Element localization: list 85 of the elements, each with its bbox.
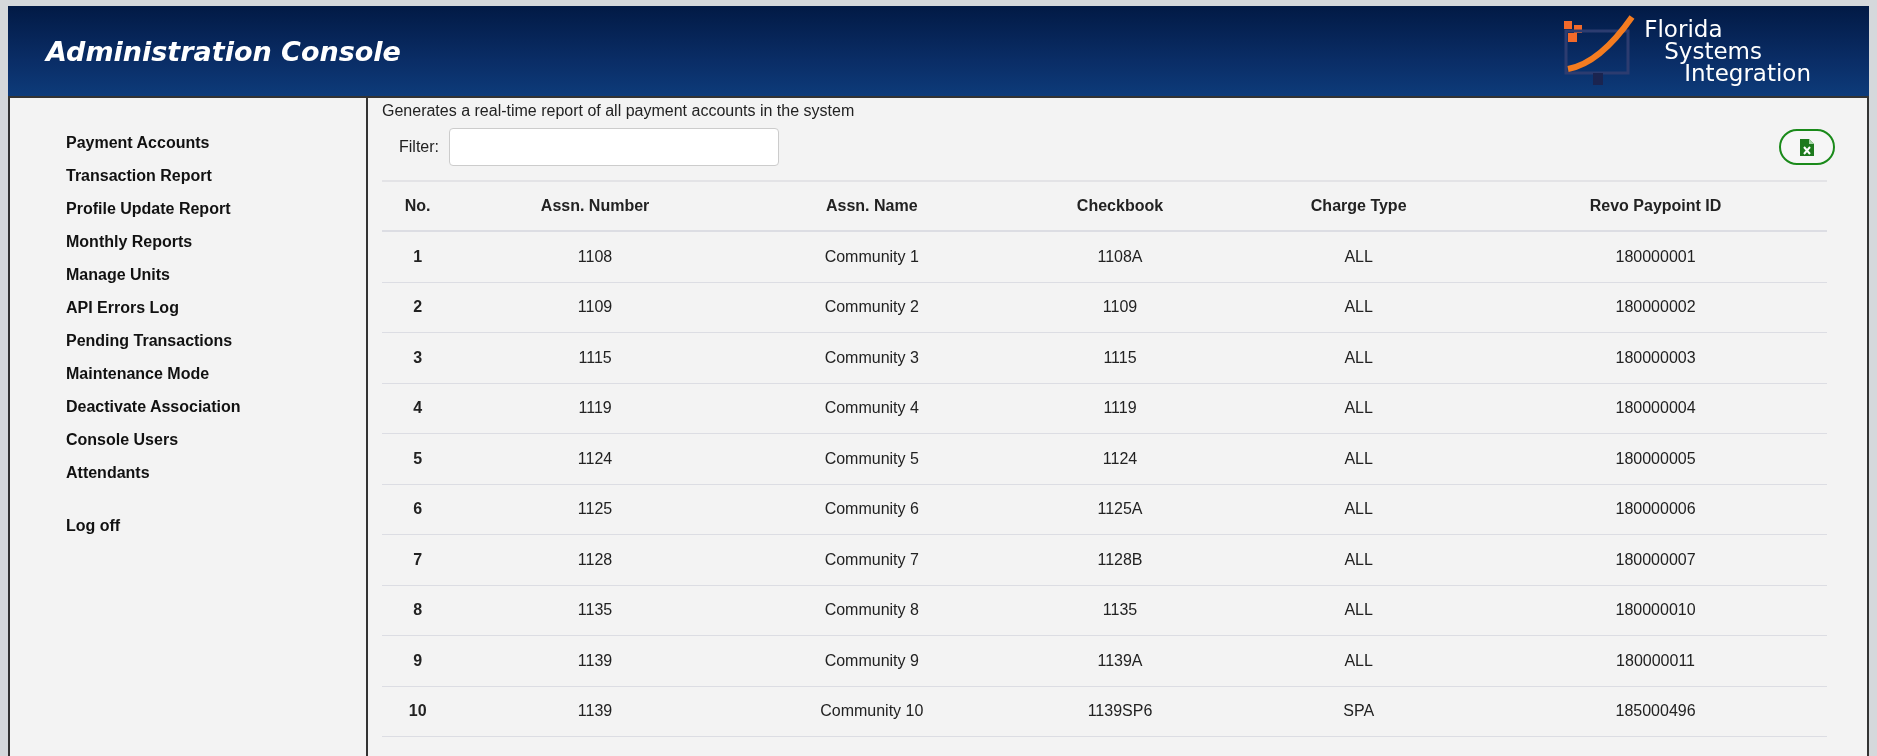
table-cell: 1108 <box>453 231 737 282</box>
sidebar-link[interactable]: Transaction Report <box>66 159 366 192</box>
column-header: Revo Paypoint ID <box>1484 181 1827 231</box>
column-header: Charge Type <box>1233 181 1485 231</box>
table-cell: Community 7 <box>736 534 1007 585</box>
table-cell: 180000010 <box>1484 585 1827 636</box>
table-cell: ALL <box>1233 433 1485 484</box>
table-cell: 180000003 <box>1484 332 1827 383</box>
sidebar-link[interactable]: Attendants <box>66 456 366 489</box>
table-cell: ALL <box>1233 282 1485 333</box>
table-cell: 3 <box>382 332 454 383</box>
table-cell: 1135 <box>1006 585 1234 636</box>
app-title: Administration Console <box>46 35 401 67</box>
sidebar-link[interactable]: Pending Transactions <box>66 324 366 357</box>
table-cell: Community 2 <box>736 282 1007 333</box>
table-cell: 1125 <box>453 484 737 535</box>
sidebar-link[interactable]: API Errors Log <box>66 291 366 324</box>
table-cell: ALL <box>1233 585 1485 636</box>
sidebar-link[interactable]: Maintenance Mode <box>66 357 366 390</box>
table-cell: 1124 <box>453 433 737 484</box>
table-cell: 180000006 <box>1484 484 1827 535</box>
table-cell: 1119 <box>1006 383 1234 434</box>
table-cell: SPA <box>1233 686 1485 737</box>
table-cell: 1108A <box>1006 231 1234 282</box>
excel-export-button[interactable] <box>1779 129 1835 165</box>
spreadsheet-file-icon <box>1800 138 1814 156</box>
page-description: Generates a real-time report of all payment accounts in the system <box>382 102 856 120</box>
log-off-link[interactable]: Log off <box>66 509 366 542</box>
table-cell: 7 <box>382 534 454 585</box>
table-cell: Community 4 <box>736 383 1007 434</box>
company-logo-text: Florida Systems Integration <box>1644 18 1811 84</box>
table-cell: Community 9 <box>736 635 1007 686</box>
table-cell: 1124 <box>1006 433 1234 484</box>
filter-input[interactable] <box>449 128 779 166</box>
table-cell: 180000007 <box>1484 534 1827 585</box>
sidebar-link[interactable]: Profile Update Report <box>66 192 366 225</box>
sidebar-link[interactable]: Payment Accounts <box>66 126 366 159</box>
table-cell: 6 <box>382 484 454 535</box>
table-cell: 1139A <box>1006 635 1234 686</box>
table-cell: 1109 <box>453 282 737 333</box>
table-cell: ALL <box>1233 332 1485 383</box>
table-cell: ALL <box>1233 383 1485 434</box>
sidebar-link[interactable]: Manage Units <box>66 258 366 291</box>
table-cell: 2 <box>382 282 454 333</box>
table-cell: ALL <box>1233 484 1485 535</box>
column-header: Assn. Name <box>736 181 1007 231</box>
table-cell: 1128B <box>1006 534 1234 585</box>
table-cell: 10 <box>382 686 454 737</box>
table-cell: Community 5 <box>736 433 1007 484</box>
table-cell: Community 1 <box>736 231 1007 282</box>
table-cell: 180000001 <box>1484 231 1827 282</box>
sidebar-link[interactable]: Monthly Reports <box>66 225 366 258</box>
table-cell: 1125A <box>1006 484 1234 535</box>
column-header: Assn. Number <box>453 181 737 231</box>
table-cell: 8 <box>382 585 454 636</box>
table-cell: 5 <box>382 433 454 484</box>
column-header: No. <box>382 181 454 231</box>
table-cell: 1115 <box>453 332 737 383</box>
table-cell: 180000002 <box>1484 282 1827 333</box>
sidebar-link[interactable]: Console Users <box>66 423 366 456</box>
table-cell: 1139 <box>453 686 737 737</box>
table-cell: ALL <box>1233 231 1485 282</box>
table-cell: 180000005 <box>1484 433 1827 484</box>
table-cell: Community 6 <box>736 484 1007 535</box>
table-cell: Community 10 <box>736 686 1007 737</box>
table-cell: 1119 <box>453 383 737 434</box>
table-cell: ALL <box>1233 534 1485 585</box>
column-header: Checkbook <box>1006 181 1234 231</box>
table-cell: 1128 <box>453 534 737 585</box>
table-cell: 1115 <box>1006 332 1234 383</box>
filter-label: Filter: <box>399 138 439 156</box>
table-cell: 180000011 <box>1484 635 1827 686</box>
table-cell: Community 8 <box>736 585 1007 636</box>
table-cell: ALL <box>1233 635 1485 686</box>
table-cell: 180000004 <box>1484 383 1827 434</box>
table-cell: 1 <box>382 231 454 282</box>
sidebar-link[interactable]: Deactivate Association <box>66 390 366 423</box>
table-cell: 1139SP6 <box>1006 686 1234 737</box>
table-cell: 9 <box>382 635 454 686</box>
table-cell: 185000496 <box>1484 686 1827 737</box>
table-cell: 1109 <box>1006 282 1234 333</box>
table-cell: 1139 <box>453 635 737 686</box>
table-cell: 4 <box>382 383 454 434</box>
table-cell: Community 3 <box>736 332 1007 383</box>
table-cell: 1135 <box>453 585 737 636</box>
